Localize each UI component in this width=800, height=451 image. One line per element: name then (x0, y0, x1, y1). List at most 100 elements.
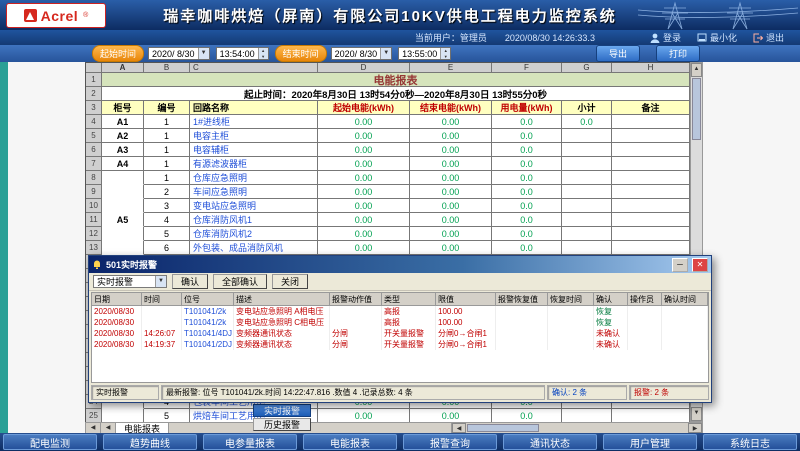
usage-cell[interactable]: 0.0 (492, 185, 562, 199)
remark-cell[interactable] (612, 241, 690, 255)
number-cell[interactable]: 1 (144, 129, 190, 143)
circuit-name-cell[interactable]: 有源滤波器柜 (190, 157, 318, 171)
end-energy-cell[interactable]: 0.00 (410, 213, 492, 227)
end-time-spinner[interactable]: 13:55:00 ▲▼ (398, 47, 451, 60)
realtime-alarm-button[interactable]: 实时报警 (253, 404, 311, 417)
tab-scroll-left-icon[interactable]: ◀ (86, 423, 101, 433)
cabinet-cell[interactable] (102, 199, 144, 213)
nav-item[interactable]: 电参量报表 (203, 434, 297, 450)
start-energy-cell[interactable]: 0.00 (318, 241, 410, 255)
end-energy-cell[interactable]: 0.00 (410, 227, 492, 241)
subtotal-cell[interactable] (562, 241, 612, 255)
subtotal-cell[interactable] (562, 143, 612, 157)
number-cell[interactable]: 6 (144, 241, 190, 255)
subtotal-cell[interactable] (562, 199, 612, 213)
usage-cell[interactable]: 0.0 (492, 115, 562, 129)
end-energy-cell[interactable]: 0.00 (410, 199, 492, 213)
history-alarm-button[interactable]: 历史报警 (253, 418, 311, 431)
column-letter[interactable]: C (190, 63, 318, 73)
usage-cell[interactable]: 0.0 (492, 171, 562, 185)
usage-cell[interactable]: 0.0 (492, 213, 562, 227)
scroll-up-icon[interactable]: ▲ (691, 63, 702, 77)
cabinet-cell[interactable]: A1 (102, 115, 144, 129)
column-letter[interactable]: E (410, 63, 492, 73)
row-number[interactable]: 13 (86, 241, 102, 255)
report-title-cell[interactable]: 电能报表 (102, 73, 690, 87)
number-cell[interactable]: 2 (144, 185, 190, 199)
circuit-name-cell[interactable]: 电容主柜 (190, 129, 318, 143)
nav-item[interactable]: 用户管理 (603, 434, 697, 450)
circuit-name-cell[interactable]: 仓库消防风机1 (190, 213, 318, 227)
row-number[interactable]: 10 (86, 199, 102, 213)
end-energy-cell[interactable]: 0.00 (410, 129, 492, 143)
remark-cell[interactable] (612, 143, 690, 157)
remark-cell[interactable] (612, 129, 690, 143)
remark-cell[interactable] (612, 227, 690, 241)
row-number[interactable]: 25 (86, 409, 102, 423)
corner-cell[interactable] (86, 63, 102, 73)
row-number[interactable]: 12 (86, 227, 102, 241)
start-date-picker[interactable]: 2020/ 8/30 ▼ (148, 47, 210, 60)
tab-scroll-left-icon[interactable]: ◀ (101, 423, 116, 433)
cabinet-cell[interactable] (102, 171, 144, 185)
start-energy-cell[interactable]: 0.00 (318, 227, 410, 241)
row-number[interactable]: 3 (86, 101, 102, 115)
cabinet-cell[interactable]: A3 (102, 143, 144, 157)
start-energy-cell[interactable]: 0.00 (318, 157, 410, 171)
circuit-name-cell[interactable]: 仓库消防风机2 (190, 227, 318, 241)
horizontal-scrollbar[interactable]: ◀ ▶ (451, 423, 702, 433)
nav-item[interactable]: 趋势曲线 (103, 434, 197, 450)
circuit-name-cell[interactable]: 变电站应急照明 (190, 199, 318, 213)
nav-item[interactable]: 报警查询 (403, 434, 497, 450)
column-letter[interactable]: G (562, 63, 612, 73)
subtotal-cell[interactable] (562, 409, 612, 423)
nav-item[interactable]: 系统日志 (703, 434, 797, 450)
remark-cell[interactable] (612, 115, 690, 129)
alarm-row[interactable]: 2020/08/30T101041/2k变电站应急照明 C相电压高报100.00… (92, 317, 708, 328)
subtotal-cell[interactable] (562, 129, 612, 143)
row-number[interactable]: 5 (86, 129, 102, 143)
subtotal-cell[interactable] (562, 171, 612, 185)
sheet-tab-energy-report[interactable]: 电能报表 (116, 423, 169, 433)
column-letter[interactable]: D (318, 63, 410, 73)
row-number[interactable]: 4 (86, 115, 102, 129)
remark-cell[interactable] (612, 199, 690, 213)
end-energy-cell[interactable]: 0.00 (410, 185, 492, 199)
column-letter[interactable]: H (612, 63, 690, 73)
start-energy-cell[interactable]: 0.00 (318, 171, 410, 185)
row-number[interactable]: 2 (86, 87, 102, 101)
nav-item[interactable]: 通讯状态 (503, 434, 597, 450)
export-button[interactable]: 导出 (596, 45, 640, 62)
minimize-button[interactable]: 最小化 (697, 31, 737, 44)
close-button[interactable]: 关闭 (272, 274, 308, 289)
start-energy-cell[interactable]: 0.00 (318, 199, 410, 213)
alarm-row[interactable]: 2020/08/30T101041/2k变电站应急照明 A相电压高报100.00… (92, 306, 708, 317)
cabinet-cell[interactable]: A5 (102, 213, 144, 227)
scrollbar-thumb[interactable] (692, 78, 701, 140)
start-energy-cell[interactable]: 0.00 (318, 129, 410, 143)
alarm-row[interactable]: 2020/08/3014:19:37T101041/2DJ变频器通讯状态分闸开关… (92, 339, 708, 350)
row-number[interactable]: 1 (86, 73, 102, 87)
dropdown-arrow-icon[interactable]: ▼ (155, 276, 166, 287)
column-letter[interactable]: B (144, 63, 190, 73)
cabinet-cell[interactable] (102, 227, 144, 241)
circuit-name-cell[interactable]: 车间应急照明 (190, 185, 318, 199)
remark-cell[interactable] (612, 171, 690, 185)
row-number[interactable]: 7 (86, 157, 102, 171)
cabinet-cell[interactable] (102, 185, 144, 199)
circuit-name-cell[interactable]: 仓库应急照明 (190, 171, 318, 185)
usage-cell[interactable]: 0.0 (492, 157, 562, 171)
confirm-all-button[interactable]: 全部确认 (213, 274, 267, 289)
time-spinner-icon[interactable]: ▲▼ (440, 48, 450, 59)
end-energy-cell[interactable]: 0.00 (410, 241, 492, 255)
end-energy-cell[interactable]: 0.00 (410, 157, 492, 171)
remark-cell[interactable] (612, 409, 690, 423)
time-spinner-icon[interactable]: ▲▼ (258, 48, 268, 59)
number-cell[interactable]: 1 (144, 171, 190, 185)
nav-item[interactable]: 电能报表 (303, 434, 397, 450)
usage-cell[interactable]: 0.0 (492, 241, 562, 255)
row-number[interactable]: 9 (86, 185, 102, 199)
column-letter[interactable]: A (102, 63, 144, 73)
start-energy-cell[interactable]: 0.00 (318, 185, 410, 199)
row-number[interactable]: 6 (86, 143, 102, 157)
